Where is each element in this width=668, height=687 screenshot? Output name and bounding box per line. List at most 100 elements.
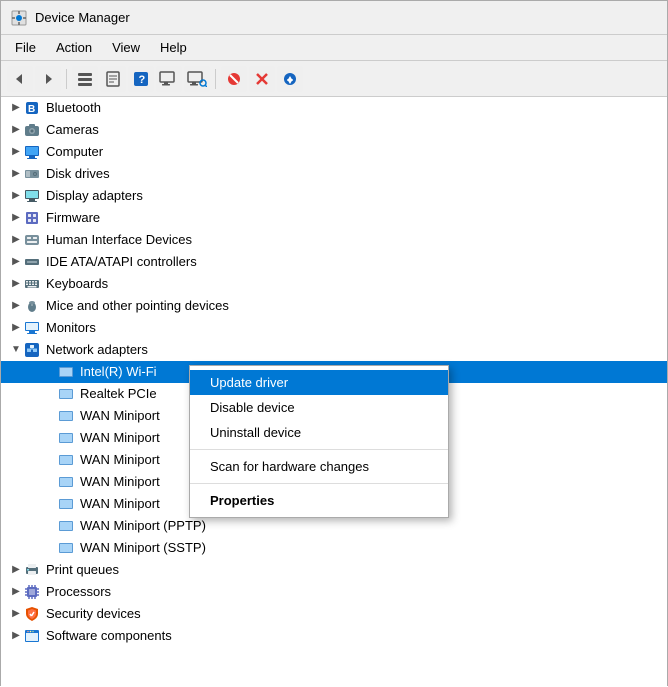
expand-icon-display: ▶ xyxy=(9,189,23,203)
processor-icon xyxy=(23,583,41,601)
tree-item-wan-sstp[interactable]: WAN Miniport (SSTP) xyxy=(1,537,667,559)
expand-icon-ide: ▶ xyxy=(9,255,23,269)
cameras-label: Cameras xyxy=(46,120,99,140)
ctx-sep-1 xyxy=(190,449,448,450)
sstp-label: WAN Miniport (SSTP) xyxy=(80,538,206,558)
ctx-sep-2 xyxy=(190,483,448,484)
tree-item-firmware[interactable]: ▶ Firmware xyxy=(1,207,667,229)
ctx-disable-device[interactable]: Disable device xyxy=(190,395,448,420)
computer-label: Computer xyxy=(46,142,103,162)
context-menu: Update driver Disable device Uninstall d… xyxy=(189,365,449,518)
display-label: Display adapters xyxy=(46,186,143,206)
expand-icon-firmware: ▶ xyxy=(9,211,23,225)
keyboard-icon xyxy=(23,275,41,293)
ctx-properties[interactable]: Properties xyxy=(190,488,448,513)
menu-bar: File Action View Help xyxy=(1,35,667,61)
wan2-label: WAN Miniport xyxy=(80,428,160,448)
network-icon xyxy=(23,341,41,359)
update-button[interactable] xyxy=(277,66,303,92)
ctx-uninstall-device[interactable]: Uninstall device xyxy=(190,420,448,445)
app-icon xyxy=(11,10,27,26)
ctx-update-driver[interactable]: Update driver xyxy=(190,370,448,395)
wan4-icon xyxy=(57,473,75,491)
monitor-icon xyxy=(23,319,41,337)
wan5-icon xyxy=(57,495,75,513)
menu-help[interactable]: Help xyxy=(150,36,197,59)
tree-item-bluetooth[interactable]: ▶ B Bluetooth xyxy=(1,97,667,119)
pptp-label: WAN Miniport (PPTP) xyxy=(80,516,206,536)
disk-label: Disk drives xyxy=(46,164,110,184)
tree-item-software[interactable]: ▶ Software components xyxy=(1,625,667,647)
title-bar: Device Manager xyxy=(1,1,667,35)
expand-icon-mice: ▶ xyxy=(9,299,23,313)
tree-item-disk-drives[interactable]: ▶ Disk drives xyxy=(1,163,667,185)
firmware-icon xyxy=(23,209,41,227)
hid-icon xyxy=(23,231,41,249)
wan3-label: WAN Miniport xyxy=(80,450,160,470)
expand-icon-bluetooth: ▶ xyxy=(9,101,23,115)
ide-label: IDE ATA/ATAPI controllers xyxy=(46,252,197,272)
list-button[interactable] xyxy=(72,66,98,92)
toolbar-sep-2 xyxy=(215,69,216,89)
back-button[interactable] xyxy=(7,66,33,92)
realtek-label: Realtek PCIe xyxy=(80,384,157,404)
expand-icon-keyboards: ▶ xyxy=(9,277,23,291)
title-text: Device Manager xyxy=(35,10,130,25)
expand-icon-monitors: ▶ xyxy=(9,321,23,335)
processors-label: Processors xyxy=(46,582,111,602)
tree-item-wan-pptp[interactable]: WAN Miniport (PPTP) xyxy=(1,515,667,537)
tree-item-network[interactable]: ▼ Network adapters xyxy=(1,339,667,361)
wan4-label: WAN Miniport xyxy=(80,472,160,492)
disk-icon xyxy=(23,165,41,183)
firmware-label: Firmware xyxy=(46,208,100,228)
intel-wifi-icon xyxy=(57,363,75,381)
display-scan-button[interactable] xyxy=(184,66,210,92)
monitors-label: Monitors xyxy=(46,318,96,338)
tree-item-ide[interactable]: ▶ IDE ATA/ATAPI controllers xyxy=(1,251,667,273)
tree-item-processors[interactable]: ▶ Processors xyxy=(1,581,667,603)
tree-item-cameras[interactable]: ▶ Cameras xyxy=(1,119,667,141)
forward-button[interactable] xyxy=(35,66,61,92)
tree-item-computer[interactable]: ▶ Computer xyxy=(1,141,667,163)
properties-button[interactable] xyxy=(100,66,126,92)
expand-icon-security: ▶ xyxy=(9,607,23,621)
tree-item-security[interactable]: ▶ Security devices xyxy=(1,603,667,625)
software-icon xyxy=(23,627,41,645)
tree-item-monitors[interactable]: ▶ Monitors xyxy=(1,317,667,339)
display-properties-button[interactable] xyxy=(156,66,182,92)
network-label: Network adapters xyxy=(46,340,148,360)
wan1-label: WAN Miniport xyxy=(80,406,160,426)
tree-item-mice[interactable]: ▶ Mice and other pointing devices xyxy=(1,295,667,317)
bluetooth-icon: B xyxy=(23,99,41,117)
help-button[interactable]: ? xyxy=(128,66,154,92)
print-icon xyxy=(23,561,41,579)
tree-area[interactable]: ▶ B Bluetooth ▶ Cameras ▶ xyxy=(1,97,667,687)
tree-item-keyboards[interactable]: ▶ Keyboards xyxy=(1,273,667,295)
menu-view[interactable]: View xyxy=(102,36,150,59)
toolbar: ? xyxy=(1,61,667,97)
svg-text:B: B xyxy=(28,104,35,115)
tree-item-hid[interactable]: ▶ Human Interface Devices xyxy=(1,229,667,251)
uninstall-button[interactable] xyxy=(249,66,275,92)
tree-item-print[interactable]: ▶ Print queues xyxy=(1,559,667,581)
security-icon xyxy=(23,605,41,623)
menu-file[interactable]: File xyxy=(5,36,46,59)
tree-item-display[interactable]: ▶ Display adapters xyxy=(1,185,667,207)
cameras-icon xyxy=(23,121,41,139)
hid-label: Human Interface Devices xyxy=(46,230,192,250)
expand-icon-disk: ▶ xyxy=(9,167,23,181)
expand-icon-software: ▶ xyxy=(9,629,23,643)
sstp-icon xyxy=(57,539,75,557)
security-label: Security devices xyxy=(46,604,141,624)
wan3-icon xyxy=(57,451,75,469)
mice-icon xyxy=(23,297,41,315)
pptp-icon xyxy=(57,517,75,535)
software-label: Software components xyxy=(46,626,172,646)
disable-button[interactable] xyxy=(221,66,247,92)
ctx-scan[interactable]: Scan for hardware changes xyxy=(190,454,448,479)
display-icon xyxy=(23,187,41,205)
expand-icon-cameras: ▶ xyxy=(9,123,23,137)
expand-icon-processors: ▶ xyxy=(9,585,23,599)
svg-text:?: ? xyxy=(139,74,146,86)
menu-action[interactable]: Action xyxy=(46,36,102,59)
